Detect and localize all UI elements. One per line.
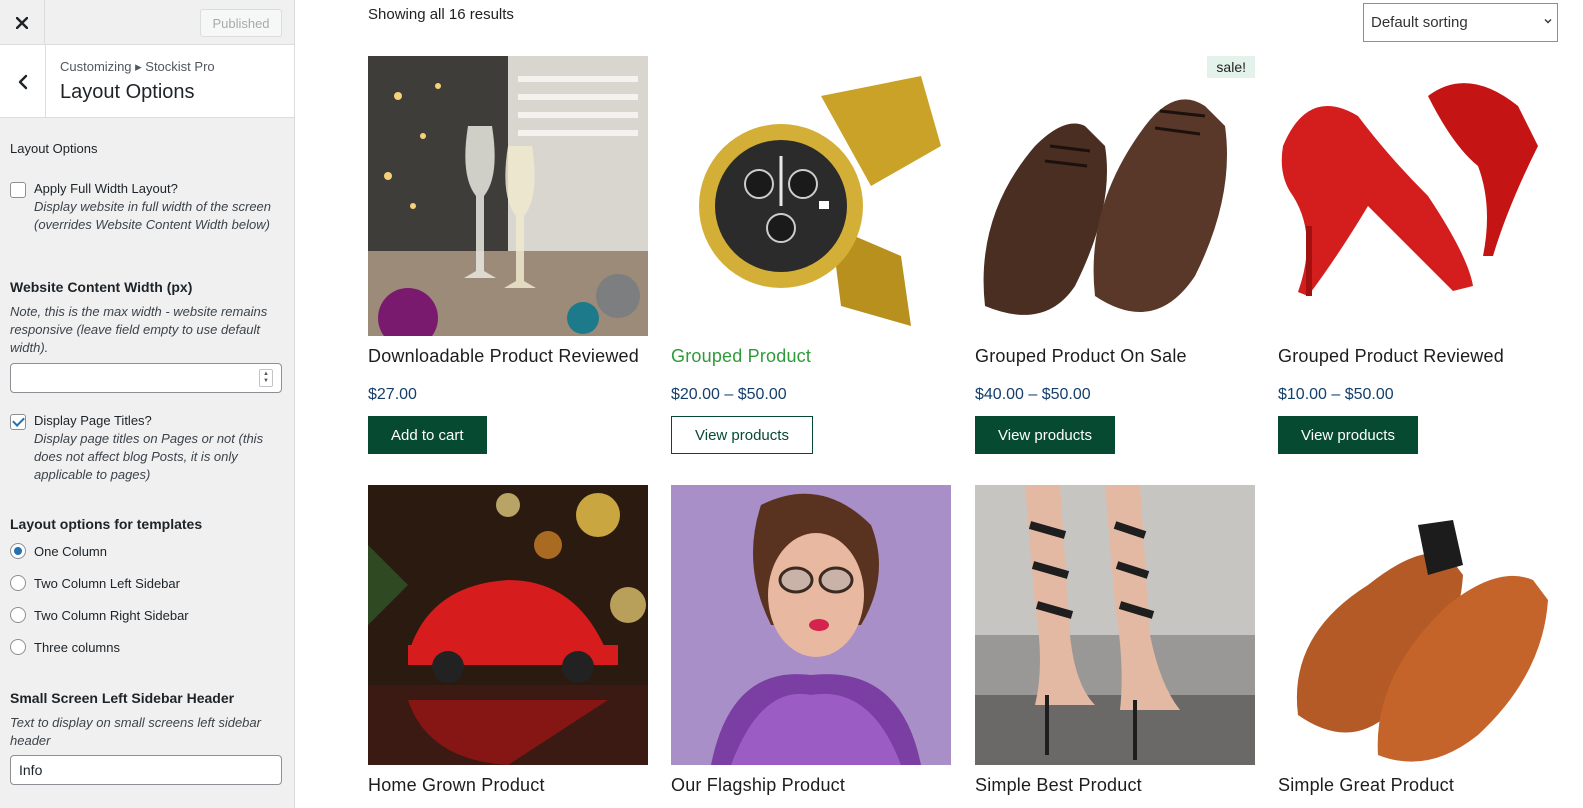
product-name[interactable]: Simple Best Product [975,775,1142,796]
sorting-value: Default sorting [1371,14,1468,31]
woman-sunglasses-photo[interactable] [671,485,951,765]
content-width-input[interactable]: ▲ ▼ [10,363,282,393]
wine-glasses-photo[interactable] [368,56,648,336]
full-width-checkbox[interactable] [10,182,26,198]
sorting-select[interactable]: Default sorting [1363,3,1558,42]
strappy-heels-photo[interactable] [975,485,1255,765]
section-title: Layout Options [60,81,195,103]
product-card: sale! Grouped Product On Sale $40.00 – $… [975,56,1255,454]
templates-title: Layout options for templates [10,516,203,532]
radio-three-columns[interactable] [10,639,26,655]
view-products-button[interactable]: View products [975,416,1115,454]
page-titles-label: Display Page Titles? [34,413,152,428]
tan-loafers-photo[interactable] [1278,485,1558,765]
radio-label: One Column [34,543,107,559]
radio-label: Three columns [34,639,120,655]
product-card: Grouped Product Reviewed $10.00 – $50.00… [1278,56,1558,454]
radio-label: Two Column Right Sidebar [34,607,189,623]
product-price: $40.00 – $50.00 [975,386,1091,403]
content-width-title: Website Content Width (px) [10,279,193,295]
spinner-down-icon: ▼ [263,378,269,384]
content-width-control: Website Content Width (px) Note, this is… [10,279,284,393]
brown-oxford-shoes-photo[interactable]: sale! [975,56,1255,336]
product-card: Grouped Product $20.00 – $50.00 View pro… [671,56,951,454]
site-preview: Showing all 16 results Default sorting D… [296,0,1583,808]
radio-option[interactable]: Three columns [10,639,284,655]
customizer-header: Published [0,0,294,45]
small-header-control: Small Screen Left Sidebar Header Text to… [10,690,284,785]
product-name[interactable]: Grouped Product Reviewed [1278,346,1504,367]
radio-label: Two Column Left Sidebar [34,575,180,591]
customizer-sidebar: Published Customizing ▸ Stockist Pro Lay… [0,0,295,808]
small-header-title: Small Screen Left Sidebar Header [10,690,235,706]
product-name[interactable]: Grouped Product On Sale [975,346,1187,367]
back-button[interactable] [0,45,46,118]
red-toy-car-photo[interactable] [368,485,648,765]
product-card: Downloadable Product Reviewed $27.00 Add… [368,56,648,454]
result-count: Showing all 16 results [368,6,514,23]
templates-control: Layout options for templates One Column … [10,516,284,655]
product-name[interactable]: Grouped Product [671,346,811,367]
number-spinner[interactable]: ▲ ▼ [259,369,273,387]
product-card: Simple Great Product [1278,485,1558,795]
small-header-description: Text to display on small screens left si… [10,715,261,748]
radio-one-column[interactable] [10,543,26,559]
product-price: $20.00 – $50.00 [671,386,787,403]
product-name[interactable]: Downloadable Product Reviewed [368,346,639,367]
product-price: $27.00 [368,386,417,403]
chevron-left-icon [18,74,27,89]
radio-two-column-left[interactable] [10,575,26,591]
chevron-down-icon [1544,19,1552,24]
product-card: Our Flagship Product [671,485,951,795]
radio-option[interactable]: One Column [10,543,284,559]
view-products-button[interactable]: View products [1278,416,1418,454]
radio-two-column-right[interactable] [10,607,26,623]
product-name[interactable]: Home Grown Product [368,775,545,796]
full-width-control: Apply Full Width Layout? Display website… [10,181,284,234]
small-header-input[interactable]: Info [10,755,282,785]
page-titles-description: Display page titles on Pages or not (thi… [34,431,264,482]
product-card: Home Grown Product [368,485,648,795]
full-width-description: Display website in full width of the scr… [34,199,272,232]
content-width-description: Note, this is the max width - website re… [10,304,268,355]
product-name[interactable]: Simple Great Product [1278,775,1454,796]
sale-badge: sale! [1207,56,1255,78]
add-to-cart-button[interactable]: Add to cart [368,416,487,454]
radio-option[interactable]: Two Column Left Sidebar [10,575,284,591]
section-header: Customizing ▸ Stockist Pro Layout Option… [0,45,294,118]
full-width-label: Apply Full Width Layout? [34,181,178,196]
radio-option[interactable]: Two Column Right Sidebar [10,607,284,623]
page-titles-control: Display Page Titles? Display page titles… [10,413,284,484]
spinner-up-icon: ▲ [263,371,269,377]
gold-watch-photo[interactable] [671,56,951,336]
view-products-button[interactable]: View products [671,416,813,454]
breadcrumb: Customizing ▸ Stockist Pro [60,59,215,74]
small-header-value: Info [19,762,43,778]
controls-heading: Layout Options [10,141,98,156]
close-customizer-button[interactable] [0,0,45,45]
product-name[interactable]: Our Flagship Product [671,775,845,796]
red-heels-photo[interactable] [1278,56,1558,336]
publish-button[interactable]: Published [200,9,282,37]
page-titles-checkbox[interactable] [10,414,26,430]
product-price: $10.00 – $50.00 [1278,386,1394,403]
close-icon [16,16,28,29]
product-card: Simple Best Product [975,485,1255,795]
